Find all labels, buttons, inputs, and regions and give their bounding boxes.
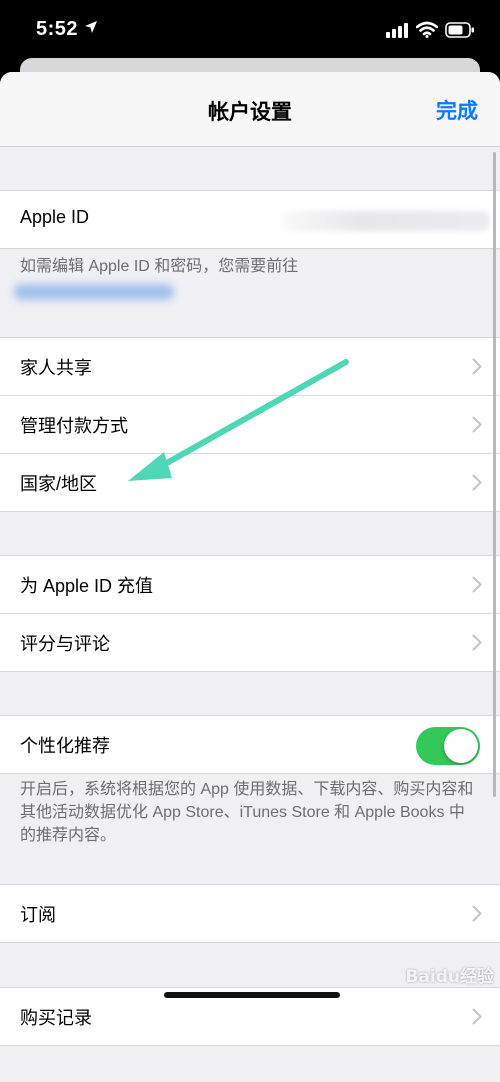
chevron-right-icon bbox=[472, 1008, 482, 1030]
topup-row[interactable]: 为 Apple ID 充值 bbox=[0, 556, 500, 614]
subscriptions-group: 订阅 bbox=[0, 884, 500, 943]
wifi-icon bbox=[415, 21, 439, 43]
status-bar: 5:52 bbox=[0, 0, 500, 60]
personalized-recommendations-toggle[interactable] bbox=[416, 727, 480, 765]
country-region-row[interactable]: 国家/地区 bbox=[0, 454, 500, 511]
chevron-right-icon bbox=[472, 905, 482, 927]
subscriptions-label: 订阅 bbox=[20, 905, 56, 925]
topup-label: 为 Apple ID 充值 bbox=[20, 576, 154, 596]
account-settings-sheet: 帐户设置 完成 Apple ID 如需编辑 Apple ID 和密码，您需要前往… bbox=[0, 72, 500, 1082]
done-button[interactable]: 完成 bbox=[436, 95, 478, 125]
chevron-right-icon bbox=[472, 474, 482, 496]
baidu-watermark: Baidu经验 bbox=[405, 967, 494, 987]
battery-icon bbox=[445, 22, 475, 43]
family-sharing-row[interactable]: 家人共享 bbox=[0, 338, 500, 396]
status-time: 5:52 bbox=[36, 18, 79, 40]
personalized-recommendations-label: 个性化推荐 bbox=[20, 736, 110, 756]
apple-id-note: 如需编辑 Apple ID 和密码，您需要前往 bbox=[20, 258, 299, 275]
subscriptions-row[interactable]: 订阅 bbox=[0, 885, 500, 942]
personalization-note: 开启后，系统将根据您的 App 使用数据、下载内容、购买内容和其他活动数据优化 … bbox=[20, 781, 474, 844]
location-arrow-icon bbox=[84, 20, 98, 39]
page-title: 帐户设置 bbox=[208, 101, 292, 124]
purchase-history-label: 购买记录 bbox=[20, 1008, 92, 1028]
apple-id-value-redacted bbox=[280, 211, 490, 231]
chevron-right-icon bbox=[472, 634, 482, 656]
apple-id-row[interactable]: Apple ID bbox=[0, 191, 500, 248]
apple-id-group: Apple ID bbox=[0, 190, 500, 249]
payment-methods-row[interactable]: 管理付款方式 bbox=[0, 396, 500, 454]
chevron-right-icon bbox=[472, 576, 482, 598]
topup-group: 为 Apple ID 充值 评分与评论 bbox=[0, 555, 500, 672]
ratings-reviews-row[interactable]: 评分与评论 bbox=[0, 614, 500, 671]
redacted-link[interactable] bbox=[14, 284, 174, 300]
apple-id-label: Apple ID bbox=[20, 207, 90, 227]
navigation-bar: 帐户设置 完成 bbox=[0, 72, 500, 147]
payment-methods-label: 管理付款方式 bbox=[20, 416, 128, 436]
chevron-right-icon bbox=[472, 358, 482, 380]
home-indicator bbox=[164, 992, 340, 998]
toggle-knob bbox=[444, 729, 478, 763]
personalization-group: 个性化推荐 bbox=[0, 715, 500, 774]
chevron-right-icon bbox=[472, 416, 482, 438]
personalized-recommendations-row: 个性化推荐 bbox=[0, 716, 500, 773]
ratings-reviews-label: 评分与评论 bbox=[20, 634, 110, 654]
family-sharing-label: 家人共享 bbox=[20, 358, 92, 378]
scrollbar[interactable] bbox=[493, 152, 496, 797]
cellular-signal-icon bbox=[386, 22, 408, 43]
purchase-settings-group: 家人共享 管理付款方式 国家/地区 bbox=[0, 337, 500, 512]
country-region-label: 国家/地区 bbox=[20, 474, 98, 494]
